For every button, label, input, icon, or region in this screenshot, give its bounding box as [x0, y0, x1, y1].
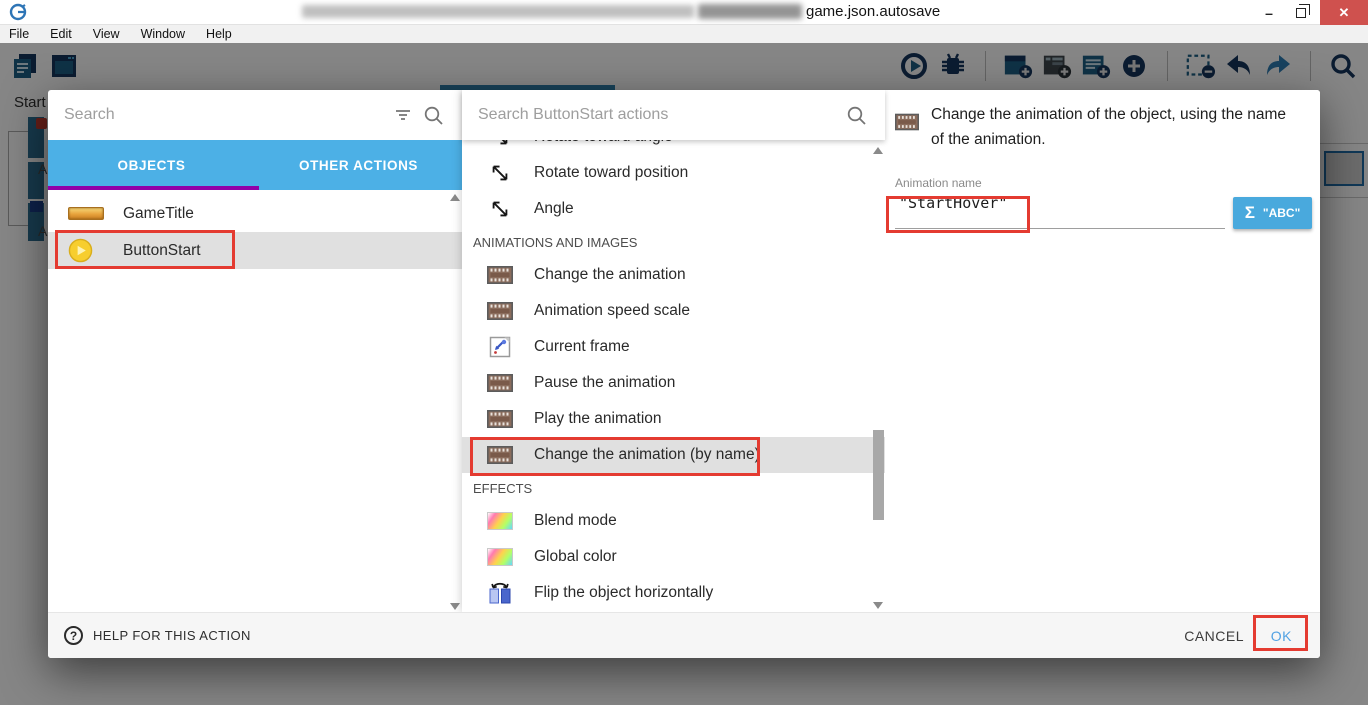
objects-panel: Search OBJECTS OTHER ACTIONS GameTitle Bu…	[48, 90, 462, 612]
scroll-down-icon[interactable]	[450, 603, 460, 610]
action-label: Flip the object horizontally	[534, 584, 713, 602]
input-underline	[895, 228, 1225, 229]
rainbow-icon	[487, 548, 513, 566]
gdevelop-logo-icon	[9, 3, 27, 26]
action-row[interactable]: Flip the object horizontally	[462, 575, 885, 611]
actions-list-viewport: Rotate toward angle Rotate toward positio…	[462, 140, 885, 612]
action-label: Blend mode	[534, 512, 617, 530]
minimize-button[interactable]: –	[1256, 0, 1282, 25]
action-editor-dialog: Search OBJECTS OTHER ACTIONS GameTitle Bu…	[48, 90, 1320, 658]
filter-icon[interactable]	[388, 100, 418, 130]
title-bar: game.json.autosave – ✕	[0, 0, 1368, 25]
action-row[interactable]: Angle	[462, 191, 885, 227]
objects-tab-bar: OBJECTS OTHER ACTIONS	[48, 140, 462, 190]
animation-name-label: Animation name	[895, 176, 982, 190]
help-label: HELP FOR THIS ACTION	[93, 628, 251, 643]
action-row[interactable]: Current frame	[462, 329, 885, 365]
menu-item-help[interactable]: Help	[206, 27, 232, 41]
cancel-button[interactable]: CANCEL	[1184, 628, 1244, 644]
objects-search-input[interactable]: Search	[64, 106, 388, 124]
action-row[interactable]: Rotate toward position	[462, 155, 885, 191]
expression-button-label: "ABC"	[1263, 206, 1300, 220]
sigma-icon: Σ	[1245, 203, 1255, 223]
action-row[interactable]: Blend mode	[462, 503, 885, 539]
action-row[interactable]: Change the animation (by name)	[462, 437, 885, 473]
action-label: Change the animation	[534, 266, 686, 284]
action-label: Animation speed scale	[534, 302, 690, 320]
scroll-up-icon[interactable]	[450, 194, 460, 201]
action-label: Global color	[534, 548, 617, 566]
action-label: Current frame	[534, 338, 630, 356]
rotate-arrow-icon	[487, 162, 513, 184]
restore-button[interactable]	[1288, 0, 1314, 25]
menu-item-window[interactable]: Window	[141, 27, 185, 41]
blurred-title-text	[698, 4, 802, 19]
film-strip-icon	[487, 374, 513, 392]
scrollbar-thumb[interactable]	[873, 430, 884, 520]
rainbow-icon	[487, 512, 513, 530]
scroll-up-icon[interactable]	[873, 147, 883, 154]
action-row[interactable]: Rotate toward angle	[462, 140, 885, 155]
action-row[interactable]: Pause the animation	[462, 365, 885, 401]
dialog-footer: ? HELP FOR THIS ACTION CANCEL OK	[48, 612, 1320, 658]
action-label: Angle	[534, 200, 574, 218]
object-label: ButtonStart	[123, 242, 201, 260]
action-label: Change the animation (by name)	[534, 446, 760, 464]
action-label: Rotate toward position	[534, 164, 688, 182]
tab-objects[interactable]: OBJECTS	[48, 140, 255, 190]
objects-list: GameTitle ButtonStart	[48, 190, 462, 612]
close-button[interactable]: ✕	[1320, 0, 1368, 25]
action-label: Rotate toward angle	[534, 140, 673, 146]
action-label: Pause the animation	[534, 374, 675, 392]
rotate-arrow-icon	[487, 140, 513, 148]
window-title: game.json.autosave	[806, 3, 940, 20]
search-icon[interactable]	[418, 100, 448, 130]
actions-panel: Search ButtonStart actions Rotate toward…	[462, 90, 885, 612]
menu-item-file[interactable]: File	[9, 27, 29, 41]
search-icon[interactable]	[841, 100, 871, 130]
action-row[interactable]: Play the animation	[462, 401, 885, 437]
objects-search-bar[interactable]: Search	[48, 90, 462, 140]
blurred-title-text	[302, 5, 694, 18]
object-row[interactable]: ButtonStart	[48, 232, 462, 269]
actions-search-bar[interactable]: Search ButtonStart actions	[462, 90, 885, 140]
menu-item-view[interactable]: View	[93, 27, 120, 41]
animation-name-input[interactable]	[899, 194, 1219, 212]
parameters-panel: Change the animation of the object, usin…	[885, 90, 1320, 612]
scroll-down-icon[interactable]	[873, 602, 883, 609]
actions-search-input[interactable]: Search ButtonStart actions	[478, 106, 841, 124]
help-icon: ?	[64, 626, 83, 645]
section-header: ANIMATIONS AND IMAGES	[462, 227, 885, 257]
menu-item-edit[interactable]: Edit	[50, 27, 72, 41]
film-strip-icon	[487, 446, 513, 464]
help-link[interactable]: ? HELP FOR THIS ACTION	[64, 626, 251, 645]
object-label: GameTitle	[123, 205, 194, 223]
object-row[interactable]: GameTitle	[48, 195, 462, 232]
action-row[interactable]: Global color	[462, 539, 885, 575]
ok-button[interactable]: OK	[1271, 628, 1292, 644]
section-header: EFFECTS	[462, 473, 885, 503]
button-start-thumbnail-icon	[68, 238, 106, 263]
rotate-arrow-icon	[487, 198, 513, 220]
tab-other-actions[interactable]: OTHER ACTIONS	[255, 140, 462, 190]
film-strip-icon	[487, 302, 513, 320]
expression-editor-button[interactable]: Σ "ABC"	[1233, 197, 1312, 229]
actions-list: Rotate toward angle Rotate toward positio…	[462, 140, 885, 611]
action-row[interactable]: Animation speed scale	[462, 293, 885, 329]
restore-icon	[1296, 8, 1306, 18]
current-frame-icon	[487, 336, 513, 358]
game-title-thumbnail-icon	[68, 207, 106, 220]
action-label: Play the animation	[534, 410, 662, 428]
action-description: Change the animation of the object, usin…	[931, 103, 1302, 152]
film-strip-icon	[487, 266, 513, 284]
flip-horizontal-icon	[487, 581, 513, 605]
action-row[interactable]: Change the animation	[462, 257, 885, 293]
film-strip-icon	[895, 112, 919, 152]
film-strip-icon	[487, 410, 513, 428]
menu-bar: File Edit View Window Help	[0, 25, 1368, 43]
